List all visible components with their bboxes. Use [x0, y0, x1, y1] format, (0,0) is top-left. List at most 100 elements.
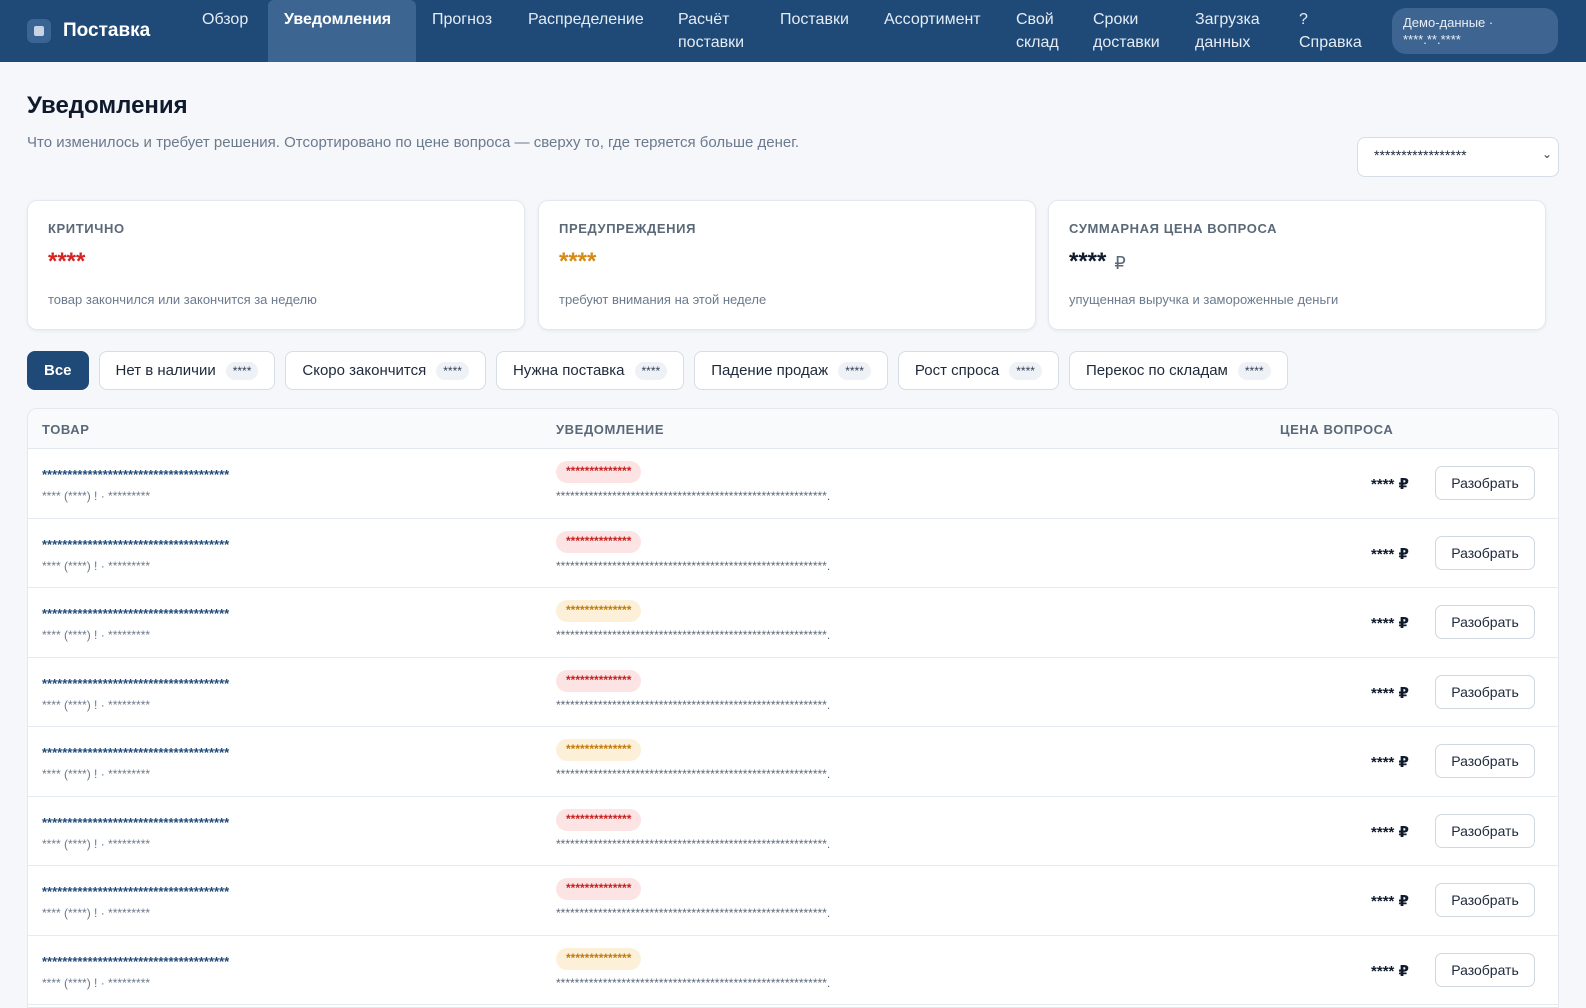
notification-text: ****************************************…: [556, 697, 831, 712]
demo-data-date: ****.**.****: [1403, 32, 1461, 47]
product-meta: **** (****) ! · *********: [42, 697, 151, 712]
notification-text: ****************************************…: [556, 628, 831, 642]
issue-price: **** ₽: [1371, 476, 1409, 493]
product-name-link[interactable]: *************************************: [42, 676, 229, 691]
product-meta: **** (****) ! · *********: [42, 975, 151, 990]
severity-badge: **************: [556, 878, 642, 900]
notification-text: ****************************************…: [556, 975, 831, 990]
severity-badge: **************: [556, 739, 642, 761]
product-name-link[interactable]: *************************************: [42, 815, 229, 830]
filter-chip-count: ****: [634, 361, 668, 380]
stat-card-3: СУММАРНАЯ ЦЕНА ВОПРОСА **** ₽ упущенная выр…: [1048, 200, 1546, 330]
nav-item-7[interactable]: Ассортимент: [868, 0, 1000, 62]
table-header: ТОВАР УВЕДОМЛЕНИЕ ЦЕНА ВОПРОСА: [28, 409, 1558, 449]
table-row: ************************************* ***…: [28, 658, 1558, 727]
severity-badge: **************: [556, 530, 642, 553]
nav-item-11[interactable]: ? Справка: [1283, 0, 1380, 62]
filter-chip-6[interactable]: Рост спроса ****: [897, 351, 1059, 390]
resolve-button[interactable]: Разобрать: [1435, 535, 1535, 570]
issue-price: **** ₽: [1371, 754, 1409, 771]
nav-item-3[interactable]: Прогноз: [416, 0, 512, 62]
severity-badge: **************: [556, 461, 642, 483]
product-name-link[interactable]: *************************************: [42, 745, 229, 760]
filter-chip-count: ****: [838, 361, 871, 380]
filter-chip-label: Рост спроса: [914, 362, 1000, 379]
page-title: Уведомления: [27, 92, 188, 119]
nav-item-1[interactable]: Обзор: [186, 0, 268, 62]
product-meta: **** (****) ! · *********: [42, 906, 151, 920]
resolve-button[interactable]: Разобрать: [1435, 605, 1535, 639]
product-name-link[interactable]: *************************************: [42, 537, 229, 552]
product-meta: **** (****) ! · *********: [42, 558, 151, 573]
filter-chip-count: ****: [225, 361, 259, 380]
stat-card-1: КРИТИЧНО **** товар закончился или закончи…: [27, 200, 525, 330]
resolve-button[interactable]: Разобрать: [1435, 744, 1535, 778]
column-header-notification: УВЕДОМЛЕНИЕ: [556, 422, 665, 437]
stat-card-value: **** ₽: [1069, 248, 1545, 278]
stat-card-number: ****: [48, 248, 86, 275]
notification-text: ****************************************…: [556, 489, 831, 503]
demo-data-chip[interactable]: Демо-данные · ****.**.****: [1392, 8, 1558, 54]
resolve-button[interactable]: Разобрать: [1435, 883, 1535, 917]
nav-item-6[interactable]: Поставки: [764, 0, 868, 62]
table-body: ************************************* ***…: [28, 449, 1558, 1005]
chevron-down-icon: ⌄: [1541, 147, 1552, 161]
nav-item-2[interactable]: Уведомления: [268, 0, 416, 62]
alerts-table: ТОВАР УВЕДОМЛЕНИЕ ЦЕНА ВОПРОСА *********…: [27, 408, 1559, 1008]
issue-price: **** ₽: [1371, 545, 1409, 563]
app-name: Поставка: [63, 20, 151, 41]
resolve-button[interactable]: Разобрать: [1435, 952, 1535, 987]
demo-data-label: Демо-данные ·: [1403, 15, 1494, 30]
stat-card-number: ****: [559, 248, 597, 275]
severity-badge: **************: [556, 600, 642, 622]
issue-price: **** ₽: [1371, 684, 1409, 702]
notification-text: ****************************************…: [556, 906, 831, 920]
notification-text: ****************************************…: [556, 767, 831, 781]
product-meta: **** (****) ! · *********: [42, 767, 151, 781]
sort-select[interactable]: ***************** ⌄: [1357, 137, 1559, 177]
filter-chip-7[interactable]: Перекос по складам ****: [1068, 351, 1288, 390]
resolve-button[interactable]: Разобрать: [1435, 466, 1535, 500]
notification-text: ****************************************…: [556, 558, 831, 573]
nav-item-10[interactable]: Загрузка данных: [1179, 0, 1283, 62]
main-nav: Обзор Уведомления Прогноз Распределение Расч…: [186, 0, 1380, 62]
severity-badge: **************: [556, 669, 642, 692]
sort-select-value: *****************: [1374, 147, 1467, 163]
column-header-price: ЦЕНА ВОПРОСА: [1280, 422, 1394, 437]
stat-card-label: КРИТИЧНО: [48, 221, 125, 236]
filter-chip-3[interactable]: Скоро закончится ****: [285, 351, 486, 390]
product-name-link[interactable]: *************************************: [42, 606, 229, 621]
filter-chip-count: ****: [1009, 361, 1042, 380]
nav-item-9[interactable]: Сроки доставки: [1077, 0, 1179, 62]
brand[interactable]: Поставка: [0, 0, 186, 62]
stat-card-value: ****: [48, 248, 524, 278]
resolve-button[interactable]: Разобрать: [1435, 813, 1535, 848]
filter-chip-label: Падение продаж: [711, 362, 829, 379]
filter-chip-4[interactable]: Нужна поставка ****: [495, 351, 685, 390]
app-logo-icon: [27, 19, 51, 43]
filter-chip-label: Нужна поставка: [512, 362, 625, 379]
filter-chip-label: Нет в наличии: [115, 362, 216, 379]
filter-chip-5[interactable]: Падение продаж ****: [694, 351, 888, 390]
nav-item-4[interactable]: Распределение: [512, 0, 662, 62]
filter-chip-label: Все: [44, 362, 72, 379]
severity-badge: **************: [556, 947, 642, 970]
filter-chip-2[interactable]: Нет в наличии ****: [98, 351, 276, 390]
issue-price: **** ₽: [1371, 893, 1409, 910]
product-name-link[interactable]: *************************************: [42, 467, 229, 482]
resolve-button[interactable]: Разобрать: [1435, 674, 1535, 709]
page-subtitle: Что изменилось и требует решения. Отсорт…: [27, 134, 800, 151]
nav-item-8[interactable]: Свой склад: [1000, 0, 1077, 62]
stat-card-hint: упущенная выручка и замороженные деньги: [1069, 292, 1339, 307]
stat-card-label: ПРЕДУПРЕЖДЕНИЯ: [559, 221, 697, 236]
product-meta: **** (****) ! · *********: [42, 836, 151, 851]
table-row: ************************************* ***…: [28, 866, 1558, 936]
table-row: ************************************* ***…: [28, 519, 1558, 588]
filter-chip-1[interactable]: Все: [27, 351, 89, 390]
product-name-link[interactable]: *************************************: [42, 954, 229, 969]
issue-price: **** ₽: [1371, 823, 1409, 841]
nav-item-5[interactable]: Расчёт поставки: [662, 0, 764, 62]
product-name-link[interactable]: *************************************: [42, 884, 229, 899]
filter-bar: Все Нет в наличии **** Скоро закончится ****…: [27, 351, 1298, 390]
filter-chip-label: Скоро закончится: [302, 362, 427, 379]
